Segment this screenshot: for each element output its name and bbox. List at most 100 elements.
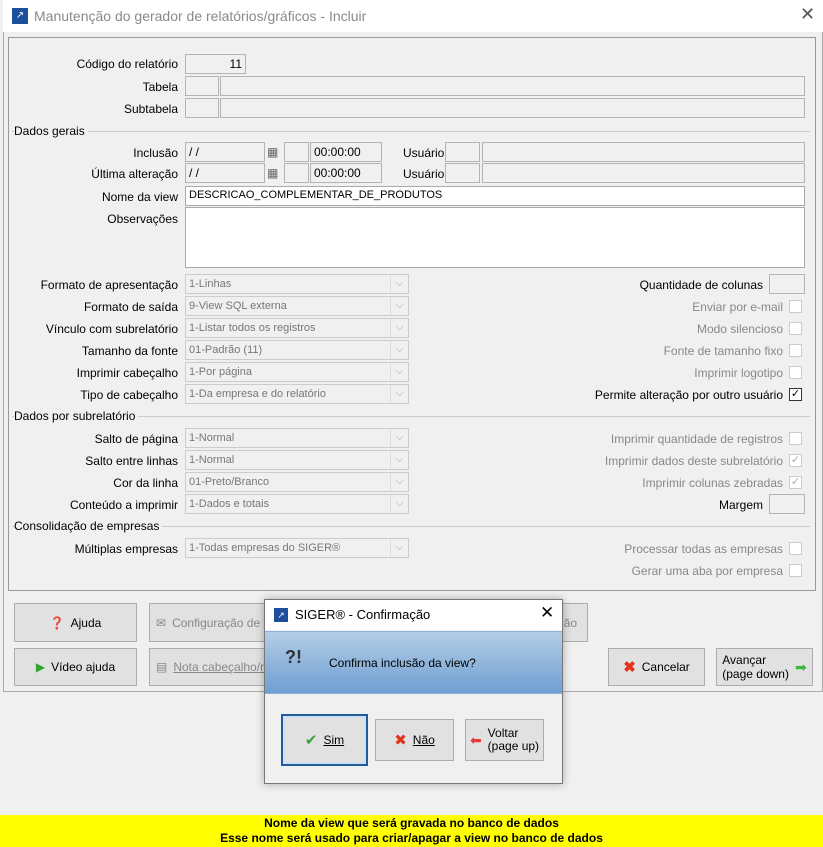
cancelar-button[interactable]: ✖ Cancelar	[608, 648, 705, 686]
arrow-right-icon: ➡	[794, 659, 807, 675]
cons-opcao-1-checkbox[interactable]	[789, 564, 802, 577]
voltar-button[interactable]: ⬅ Voltar (page up)	[465, 719, 544, 761]
geral-3-select[interactable]: 01-Padrão (11) ⌵	[185, 340, 409, 360]
sub-opcao-0-checkbox[interactable]	[789, 432, 802, 445]
sub-opcao-2-checkbox[interactable]: ✓	[789, 476, 802, 489]
alteracao-date-input[interactable]: / /	[185, 163, 265, 183]
chevron-down-icon: ⌵	[390, 495, 408, 513]
qtd-colunas-input[interactable]	[769, 274, 805, 294]
nao-button[interactable]: ✖ Não	[375, 719, 454, 761]
cons-opcao-1-label: Gerar uma aba por empresa	[631, 564, 783, 578]
geral-4-label: Imprimir cabeçalho	[76, 366, 178, 380]
geral-0-value: 1-Linhas	[189, 278, 232, 290]
ajuda-button[interactable]: ❓ Ajuda	[14, 603, 137, 642]
inclusao-time-input[interactable]: 00:00:00	[310, 142, 382, 162]
subtabela-code-input[interactable]	[185, 98, 219, 118]
margem-label: Margem	[718, 498, 763, 512]
observacoes-label: Observações	[107, 212, 178, 226]
geral-5-value: 1-Da empresa e do relatório	[189, 388, 326, 400]
sub-2-value: 01-Preto/Branco	[189, 476, 270, 488]
opcao-1-checkbox[interactable]	[789, 322, 802, 335]
sub-1-select[interactable]: 1-Normal ⌵	[185, 450, 409, 470]
sub-3-label: Conteúdo a imprimir	[69, 498, 178, 512]
usuario-name-input[interactable]	[482, 142, 805, 162]
dialog-message: Confirma inclusão da view?	[329, 656, 476, 670]
opcao-2-checkbox[interactable]	[789, 344, 802, 357]
chevron-down-icon: ⌵	[390, 539, 408, 557]
observacoes-textarea[interactable]	[185, 207, 805, 268]
sub-1-value: 1-Normal	[189, 454, 235, 466]
sub-opcao-1-checkbox[interactable]: ✓	[789, 454, 802, 467]
tabela-code-input[interactable]	[185, 76, 219, 96]
chevron-down-icon: ⌵	[390, 429, 408, 447]
usuario-label: Usuário	[403, 146, 445, 160]
envelope-icon: ✉	[156, 615, 167, 630]
nome-view-input[interactable]: DESCRICAO_COMPLEMENTAR_DE_PRODUTOS	[185, 186, 805, 206]
multiplas-empresas-select[interactable]: 1-Todas empresas do SIGER® ⌵	[185, 538, 409, 558]
opcao-4-checkbox[interactable]: ✓	[789, 388, 802, 401]
dialog-close-icon[interactable]: ✕	[540, 603, 554, 623]
opcao-3-checkbox[interactable]	[789, 366, 802, 379]
cons-opcao-0-checkbox[interactable]	[789, 542, 802, 555]
opcao-3-label: Imprimir logotipo	[694, 366, 783, 380]
opcao-4-label: Permite alteração por outro usuário	[594, 388, 783, 402]
alteracao-time-input[interactable]: 00:00:00	[310, 163, 382, 183]
usuario-name-input[interactable]	[482, 163, 805, 183]
subtabela-desc-input[interactable]	[220, 98, 805, 118]
usuario-code-input[interactable]	[445, 163, 480, 183]
inclusao-date-input[interactable]: / /	[185, 142, 265, 162]
geral-5-label: Tipo de cabeçalho	[80, 388, 178, 402]
geral-1-select[interactable]: 9-View SQL externa ⌵	[185, 296, 409, 316]
sub-0-label: Salto de página	[94, 432, 178, 446]
x-icon: ✖	[394, 732, 407, 749]
subtabela-label: Subtabela	[123, 102, 178, 116]
sim-button[interactable]: ✔ Sim	[281, 714, 368, 766]
close-icon[interactable]: ✕	[800, 4, 815, 25]
sub-3-select[interactable]: 1-Dados e totais ⌵	[185, 494, 409, 514]
tabela-label: Tabela	[142, 80, 178, 94]
help-icon: ❓	[49, 615, 65, 630]
sub-opcao-2-label: Imprimir colunas zebradas	[642, 476, 783, 490]
geral-0-select[interactable]: 1-Linhas ⌵	[185, 274, 409, 294]
usuario-code-input[interactable]	[445, 142, 480, 162]
inclusao-label: Inclusão	[133, 146, 178, 160]
sub-opcao-1-label: Imprimir dados deste subrelatório	[604, 454, 783, 468]
chevron-down-icon: ⌵	[390, 363, 408, 381]
margem-input[interactable]	[769, 494, 805, 514]
app-logo-icon: ↗	[274, 608, 288, 622]
usuario-label: Usuário	[403, 167, 445, 181]
calendar-icon[interactable]: ▦	[267, 166, 278, 180]
nome-view-label: Nome da view	[101, 190, 178, 204]
geral-4-select[interactable]: 1-Por página ⌵	[185, 362, 409, 382]
app-logo-icon: ↗	[12, 8, 28, 24]
dialog-title: SIGER® - Confirmação	[295, 607, 431, 622]
sub-2-label: Cor da linha	[113, 476, 178, 490]
arrow-left-icon: ⬅	[469, 731, 482, 748]
geral-2-select[interactable]: 1-Listar todos os registros ⌵	[185, 318, 409, 338]
x-icon: ✖	[623, 659, 636, 676]
geral-3-value: 01-Padrão (11)	[189, 344, 263, 356]
multiplas-empresas-value: 1-Todas empresas do SIGER®	[189, 542, 341, 554]
codigo-input[interactable]: 11	[185, 54, 246, 74]
sub-0-value: 1-Normal	[189, 432, 235, 444]
opcao-0-label: Enviar por e-mail	[692, 300, 783, 314]
calendar-icon[interactable]: ▦	[267, 145, 278, 159]
opcao-0-checkbox[interactable]	[789, 300, 802, 313]
geral-4-value: 1-Por página	[189, 366, 252, 378]
avancar-shortcut: (page down)	[722, 667, 789, 681]
play-icon: ▶	[35, 660, 46, 674]
video-ajuda-button[interactable]: ▶ Vídeo ajuda	[14, 648, 137, 686]
geral-2-value: 1-Listar todos os registros	[189, 322, 316, 334]
geral-5-select[interactable]: 1-Da empresa e do relatório ⌵	[185, 384, 409, 404]
inclusao-extra-input[interactable]	[284, 142, 309, 162]
chevron-down-icon: ⌵	[390, 451, 408, 469]
section-dados-subrelatorio: Dados por subrelatório	[14, 409, 139, 423]
avancar-button[interactable]: Avançar (page down) ➡	[716, 648, 813, 686]
sub-0-select[interactable]: 1-Normal ⌵	[185, 428, 409, 448]
avancar-label: Avançar	[722, 653, 767, 667]
chevron-down-icon: ⌵	[390, 319, 408, 337]
question-bubbles-icon: ?!	[285, 647, 302, 667]
sub-2-select[interactable]: 01-Preto/Branco ⌵	[185, 472, 409, 492]
tabela-desc-input[interactable]	[220, 76, 805, 96]
alteracao-extra-input[interactable]	[284, 163, 309, 183]
